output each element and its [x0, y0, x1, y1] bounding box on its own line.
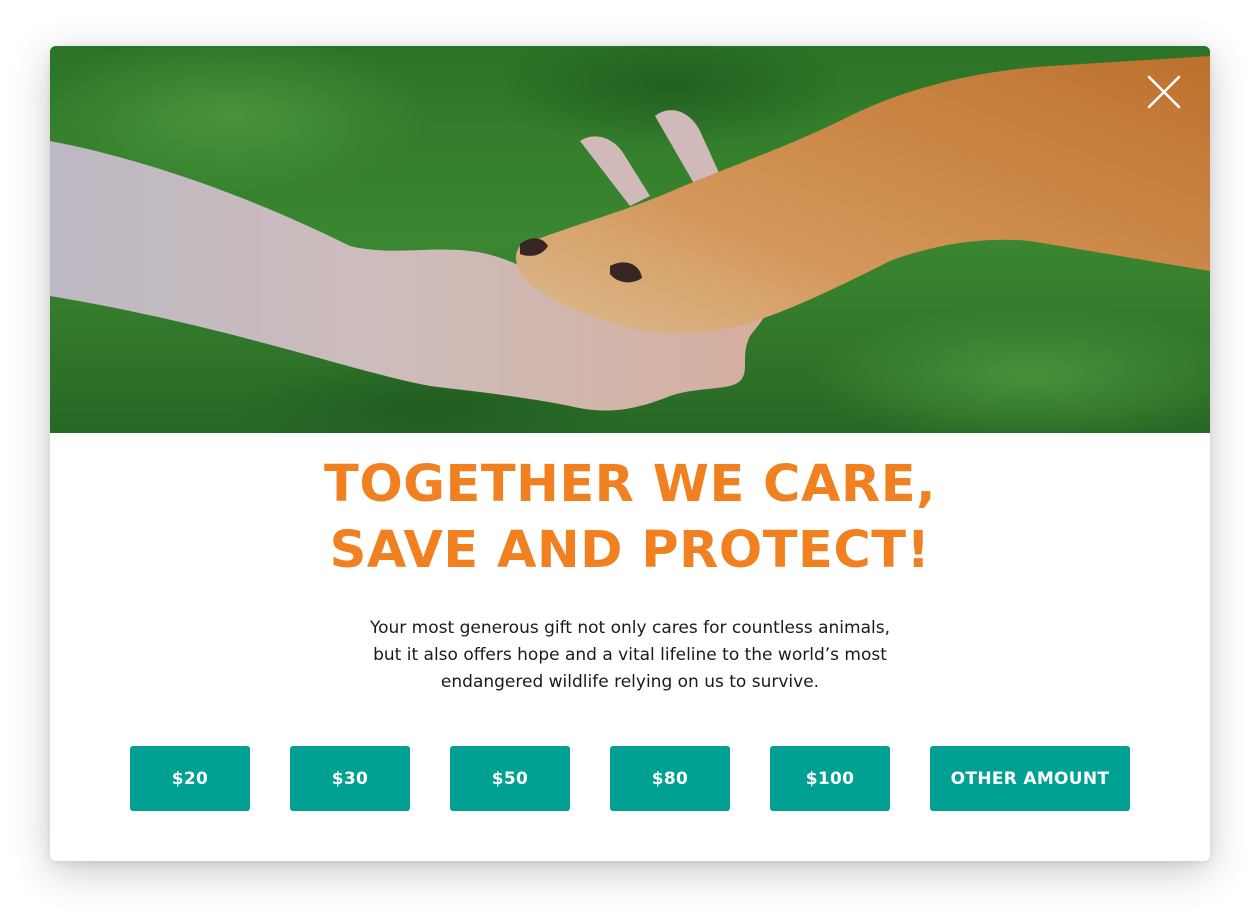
headline-line-2: SAVE AND PROTECT! [329, 521, 931, 580]
headline: TOGETHER WE CARE, SAVE AND PROTECT! [50, 452, 1210, 584]
other-amount-button[interactable]: OTHER AMOUNT [930, 746, 1130, 811]
amount-button-100[interactable]: $100 [770, 746, 890, 811]
donation-modal: TOGETHER WE CARE, SAVE AND PROTECT! Your… [50, 46, 1210, 861]
body-line-1: Your most generous gift not only cares f… [369, 618, 890, 638]
headline-line-1: TOGETHER WE CARE, [324, 455, 936, 514]
body-copy: Your most generous gift not only cares f… [330, 615, 930, 696]
amount-button-80[interactable]: $80 [610, 746, 730, 811]
hero-image [50, 46, 1210, 433]
body-line-2: but it also offers hope and a vital life… [373, 645, 887, 665]
close-icon [1147, 75, 1181, 109]
close-button[interactable] [1144, 72, 1184, 112]
donation-amounts: $20 $30 $50 $80 $100 OTHER AMOUNT [130, 746, 1130, 811]
body-line-3: endangered wildlife relying on us to sur… [440, 672, 820, 692]
amount-button-20[interactable]: $20 [130, 746, 250, 811]
amount-button-50[interactable]: $50 [450, 746, 570, 811]
amount-button-30[interactable]: $30 [290, 746, 410, 811]
